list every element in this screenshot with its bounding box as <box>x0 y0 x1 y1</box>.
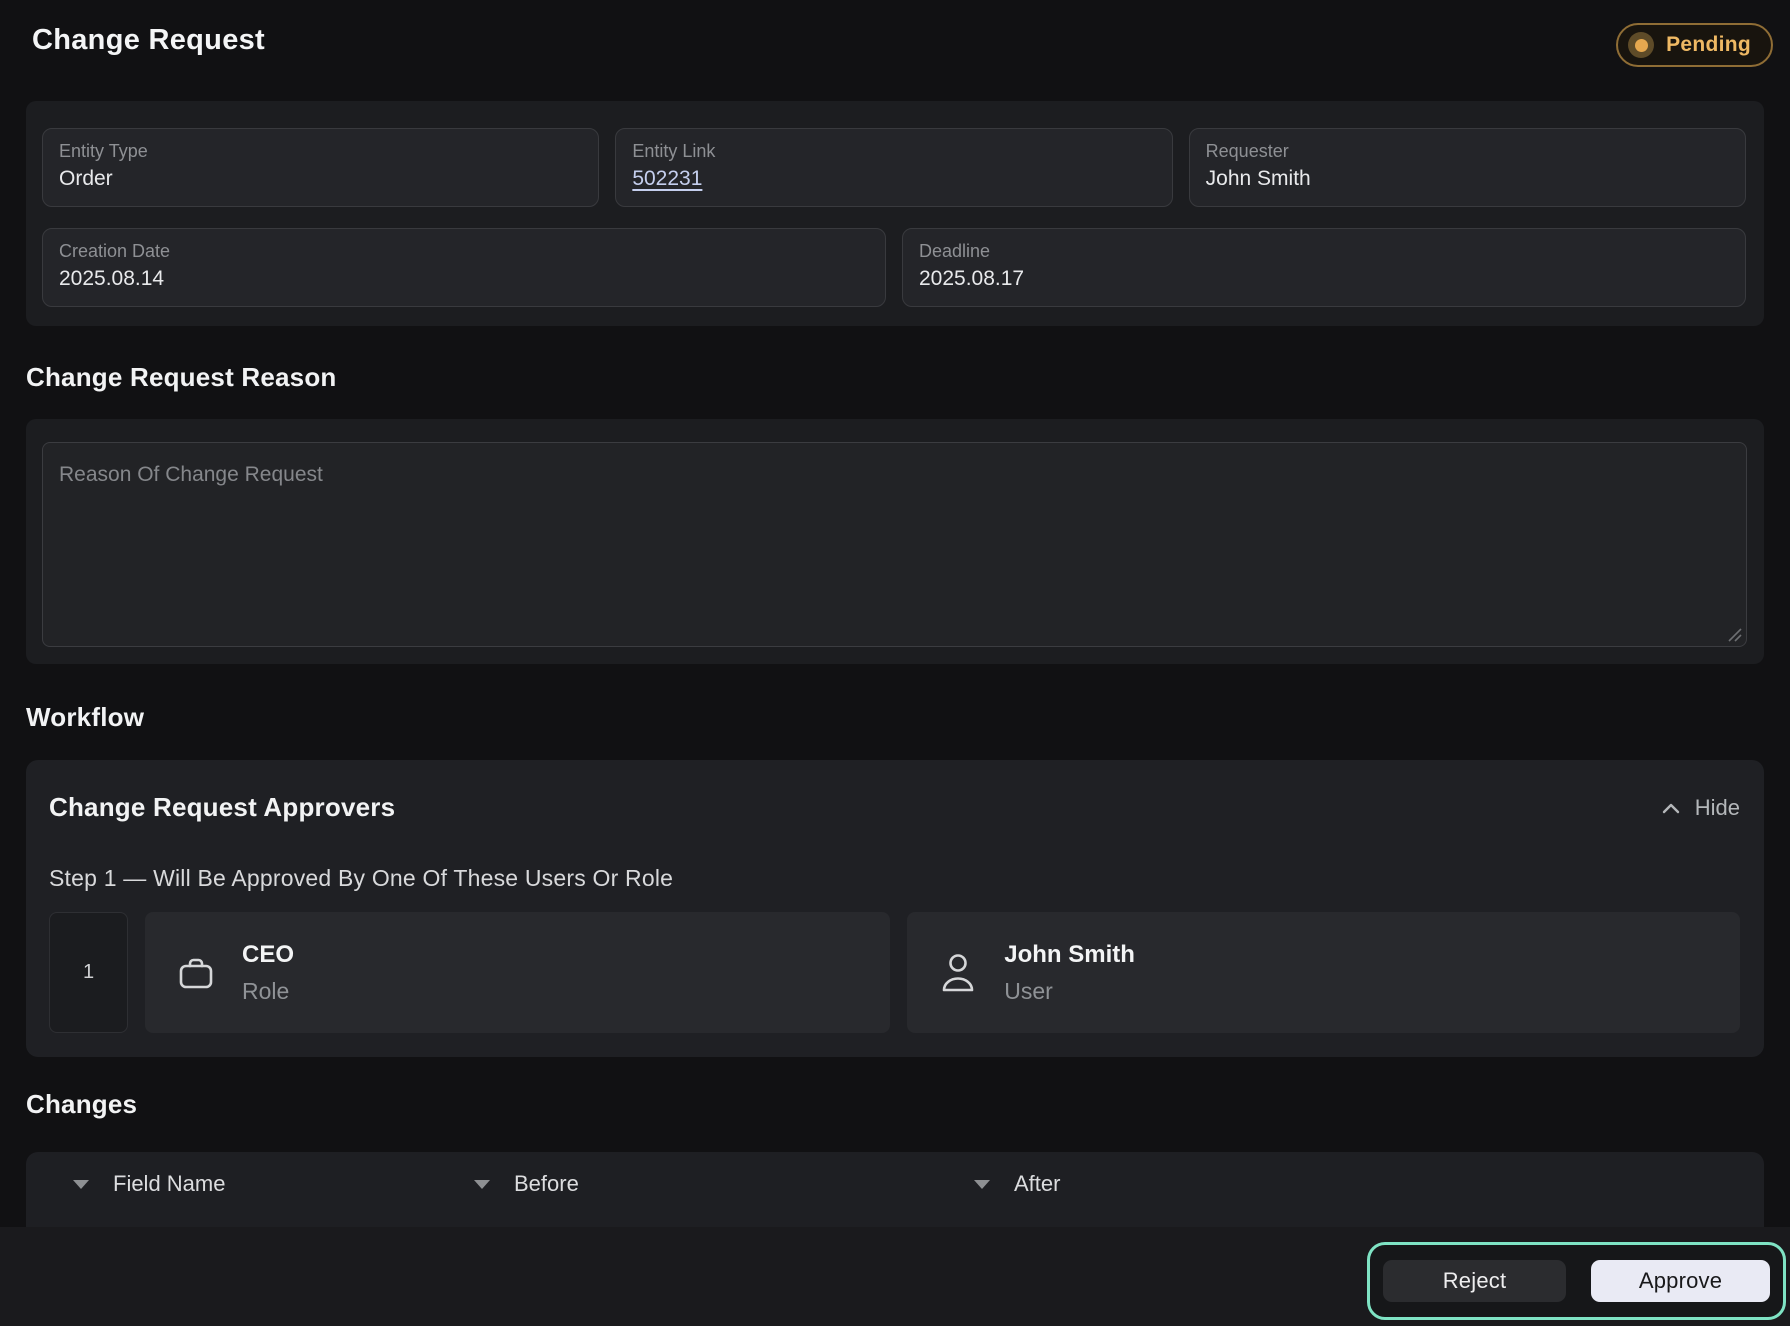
action-button-group: Reject Approve <box>1367 1242 1786 1320</box>
column-header-field-name[interactable]: Field Name <box>26 1171 427 1197</box>
creation-date-field: Creation Date 2025.08.14 <box>42 228 886 307</box>
step-description: Step 1 — Will Be Approved By One Of Thes… <box>49 865 1740 892</box>
column-header-before[interactable]: Before <box>427 1171 927 1197</box>
entity-type-label: Entity Type <box>59 140 582 162</box>
status-badge-label: Pending <box>1666 33 1751 57</box>
chevron-up-icon <box>1661 801 1681 815</box>
entity-link-label: Entity Link <box>632 140 1155 162</box>
approver-kind: User <box>1004 978 1135 1005</box>
workflow-section-heading: Workflow <box>26 702 1790 733</box>
column-dropdown-icon <box>974 1180 990 1189</box>
hide-button-label: Hide <box>1695 795 1740 821</box>
requester-field: Requester John Smith <box>1189 128 1746 207</box>
column-dropdown-icon <box>474 1180 490 1189</box>
user-icon <box>938 950 978 996</box>
column-header-after[interactable]: After <box>927 1171 1764 1197</box>
entity-type-field: Entity Type Order <box>42 128 599 207</box>
creation-date-value: 2025.08.14 <box>59 265 869 293</box>
entity-link-value[interactable]: 502231 <box>632 165 702 193</box>
approver-name: CEO <box>242 941 294 969</box>
pending-dot-icon <box>1628 32 1654 58</box>
resize-handle-icon[interactable] <box>1726 626 1742 642</box>
deadline-label: Deadline <box>919 240 1729 262</box>
column-label: Before <box>514 1171 579 1197</box>
reject-button[interactable]: Reject <box>1383 1260 1566 1302</box>
fields-row-2: Creation Date 2025.08.14 Deadline 2025.0… <box>42 228 1746 307</box>
requester-value: John Smith <box>1206 165 1729 193</box>
page-title: Change Request <box>32 24 1758 57</box>
column-dropdown-icon <box>73 1180 89 1189</box>
approvers-card-title: Change Request Approvers <box>49 792 395 823</box>
approver-card-user: John Smith User <box>907 912 1740 1033</box>
creation-date-label: Creation Date <box>59 240 869 262</box>
approver-card-role: CEO Role <box>145 912 890 1033</box>
approver-role-text: CEO Role <box>242 941 294 1005</box>
change-request-page: Change Request Pending Entity Type Order… <box>0 0 1790 1326</box>
approve-button[interactable]: Approve <box>1591 1260 1770 1302</box>
request-fields-card: Entity Type Order Entity Link 502231 Req… <box>26 101 1764 326</box>
changes-section-heading: Changes <box>26 1089 1790 1120</box>
action-footer: Reject Approve <box>0 1227 1790 1326</box>
page-header: Change Request Pending <box>0 0 1790 80</box>
step-number-box: 1 <box>49 912 128 1033</box>
step-row: 1 CEO Role <box>49 912 1740 1033</box>
deadline-field: Deadline 2025.08.17 <box>902 228 1746 307</box>
workflow-card-header: Change Request Approvers Hide <box>49 792 1740 823</box>
entity-link-field: Entity Link 502231 <box>615 128 1172 207</box>
hide-approvers-button[interactable]: Hide <box>1661 795 1740 821</box>
approver-kind: Role <box>242 978 294 1005</box>
approver-user-text: John Smith User <box>1004 941 1135 1005</box>
deadline-value: 2025.08.17 <box>919 265 1729 293</box>
status-badge: Pending <box>1616 23 1773 67</box>
fields-row-1: Entity Type Order Entity Link 502231 Req… <box>42 128 1746 207</box>
reason-textarea[interactable] <box>42 442 1747 647</box>
table-header-row: Field Name Before After <box>26 1171 1764 1197</box>
requester-label: Requester <box>1206 140 1729 162</box>
column-label: After <box>1014 1171 1060 1197</box>
reason-card <box>26 419 1764 664</box>
reason-section-heading: Change Request Reason <box>26 362 1790 393</box>
column-label: Field Name <box>113 1171 225 1197</box>
entity-type-value: Order <box>59 165 582 193</box>
approver-name: John Smith <box>1004 941 1135 969</box>
briefcase-icon <box>176 953 216 993</box>
workflow-card: Change Request Approvers Hide Step 1 — W… <box>26 760 1764 1057</box>
